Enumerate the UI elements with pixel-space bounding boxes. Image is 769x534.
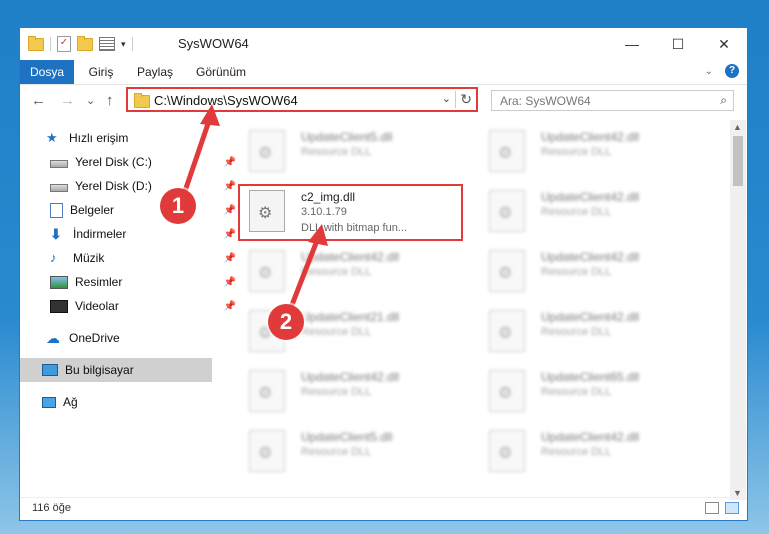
arrow-1-line — [181, 117, 213, 195]
callout-badge-1: 1 — [160, 188, 196, 224]
arrow-1-head — [200, 104, 220, 126]
arrow-2-head — [308, 224, 328, 246]
arrow-2-line — [287, 237, 321, 311]
callout-badge-2: 2 — [268, 304, 304, 340]
annotation-arrows — [181, 104, 328, 311]
